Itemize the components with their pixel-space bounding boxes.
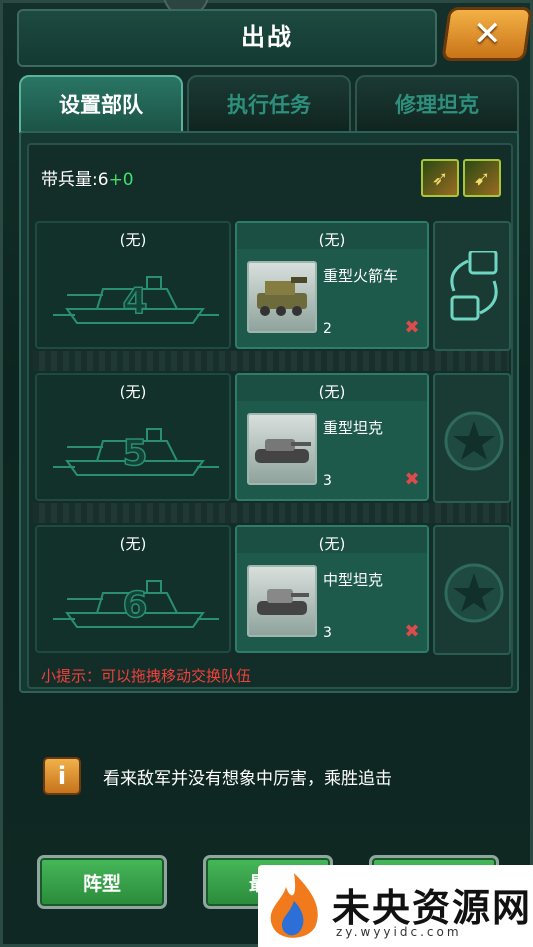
star-icon xyxy=(444,411,504,471)
row-divider xyxy=(33,351,509,371)
slot-number-5: 5 xyxy=(122,433,147,474)
unit-slot-heavy-rocket[interactable]: (无) 重型火箭车 2 ✖ xyxy=(235,221,429,349)
remove-unit-button[interactable]: ✖ xyxy=(403,319,421,337)
tank-outline-icon: 6 xyxy=(53,580,219,628)
star-icon xyxy=(444,563,504,623)
star-slot[interactable] xyxy=(433,373,511,503)
tank-outline-icon: 5 xyxy=(53,428,219,476)
drag-tip: 小提示：可以拖拽移动交换队伍 xyxy=(41,667,252,685)
empty-slot-4[interactable]: (无) 4 xyxy=(35,221,231,349)
swap-icon xyxy=(450,251,498,321)
info-icon: i xyxy=(43,757,81,795)
empty-slot-6[interactable]: (无) 6 xyxy=(35,525,231,653)
remove-unit-button[interactable]: ✖ xyxy=(403,471,421,489)
watermark-text: 未央资源网 xyxy=(332,886,533,930)
troop-capacity: 带兵量:6+0 xyxy=(41,165,134,190)
formation-button[interactable]: 阵型 xyxy=(37,855,167,909)
unit-slot-heavy-tank[interactable]: (无) 重型坦克 3 ✖ xyxy=(235,373,429,501)
empty-slot-label: (无) xyxy=(119,231,147,249)
rocket-buff-icon[interactable]: ➶ xyxy=(421,159,459,197)
unit-name: 中型坦克 xyxy=(323,571,384,589)
watermark-url: zy.wyyidc.com xyxy=(336,925,462,939)
unit-count: 3 xyxy=(323,625,332,641)
unit-name: 重型火箭车 xyxy=(323,267,399,285)
rocket-truck-icon xyxy=(247,261,317,333)
slot-number-4: 4 xyxy=(122,281,147,322)
close-icon: ✕ xyxy=(472,14,502,54)
unit-count: 3 xyxy=(323,473,332,489)
tab-repair-tank[interactable]: 修理坦克 xyxy=(355,75,519,133)
empty-slot-5[interactable]: (无) 5 xyxy=(35,373,231,501)
missile-buff-icon[interactable]: ➹ xyxy=(463,159,501,197)
star-slot[interactable] xyxy=(433,525,511,655)
unit-slot-label: (无) xyxy=(318,383,346,401)
unit-slot-label: (无) xyxy=(318,231,346,249)
unit-slot-medium-tank[interactable]: (无) 中型坦克 3 ✖ xyxy=(235,525,429,653)
unit-name: 重型坦克 xyxy=(323,419,384,437)
info-message: 看来敌军并没有想象中厉害，乘胜追击 xyxy=(103,769,392,789)
unit-count: 2 xyxy=(323,321,332,337)
troop-base: 6 xyxy=(97,170,109,190)
flame-logo-icon xyxy=(270,873,318,938)
troop-label: 带兵量: xyxy=(41,170,98,190)
empty-slot-label: (无) xyxy=(119,535,147,553)
close-button[interactable]: ✕ xyxy=(441,7,533,61)
row-divider xyxy=(33,503,509,523)
heavy-tank-icon xyxy=(247,413,317,485)
slot-number-6: 6 xyxy=(122,585,147,626)
medium-tank-icon xyxy=(247,565,317,637)
tank-outline-icon: 4 xyxy=(53,276,219,324)
remove-unit-button[interactable]: ✖ xyxy=(403,623,421,641)
tab-setup-troops[interactable]: 设置部队 xyxy=(19,75,183,133)
troop-bonus: +0 xyxy=(108,170,134,190)
dialog-title: 出战 xyxy=(241,23,293,51)
swap-button[interactable] xyxy=(433,221,511,351)
unit-slot-label: (无) xyxy=(318,535,346,553)
watermark: 未央资源网 zy.wyyidc.com xyxy=(258,865,533,947)
dialog-frame: 出战 ✕ 设置部队 执行任务 修理坦克 带兵量:6+0 ➶ ➹ (无) 4 (无… xyxy=(0,0,533,947)
empty-slot-label: (无) xyxy=(119,383,147,401)
tab-execute-mission[interactable]: 执行任务 xyxy=(187,75,351,133)
